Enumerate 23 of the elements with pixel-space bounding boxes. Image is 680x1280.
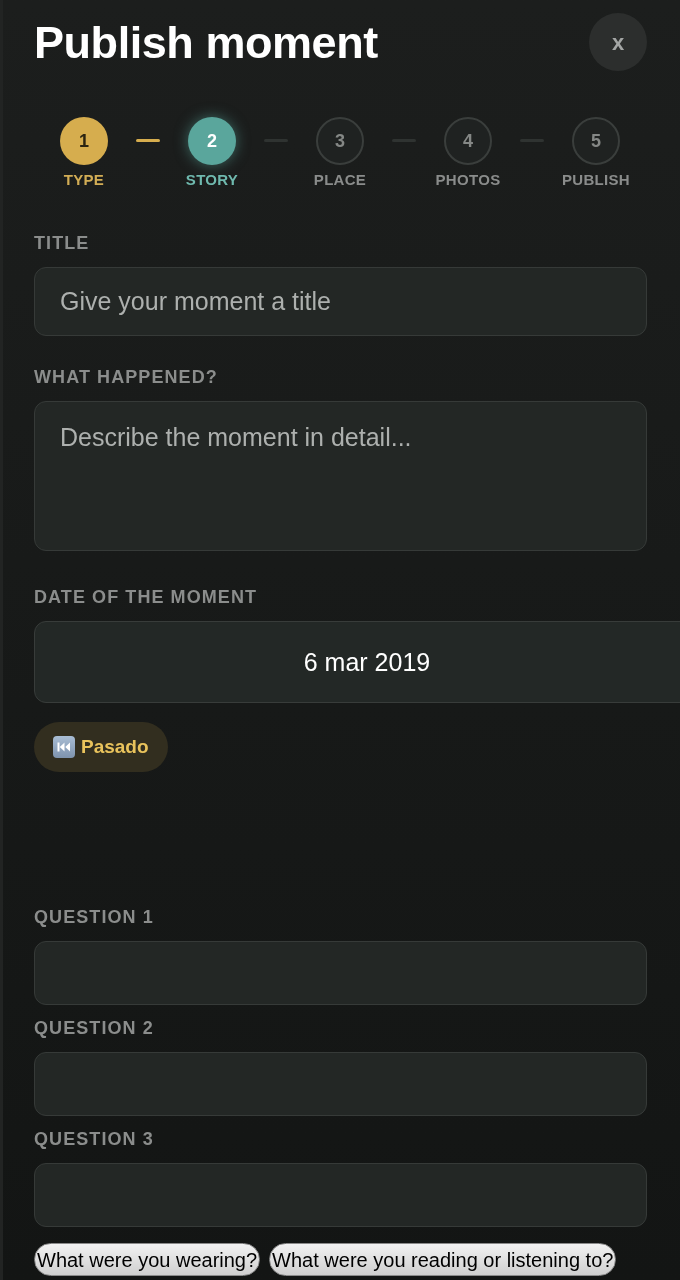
step-label: PUBLISH <box>562 170 630 190</box>
answer-input[interactable] <box>34 1052 647 1116</box>
field-label: DATE OF THE MOMENT <box>34 586 259 608</box>
answer-input[interactable] <box>34 941 647 1005</box>
step-label: PHOTOS <box>435 170 501 190</box>
suggestion-chip[interactable]: What were you reading or listening to? <box>269 1243 617 1276</box>
field-label: QUESTION 1 <box>34 906 155 928</box>
field-label: QUESTION 3 <box>34 1128 155 1150</box>
step-label: TYPE <box>63 170 105 190</box>
field-label: QUESTION 2 <box>34 1017 155 1039</box>
answer-input[interactable] <box>34 1163 647 1227</box>
skip-back-icon <box>53 736 75 758</box>
title-input[interactable]: Give your moment a title <box>34 267 647 336</box>
description-textarea[interactable]: Describe the moment in detail... <box>34 401 647 551</box>
suggestion-chip[interactable]: What were you wearing? <box>34 1243 261 1276</box>
field-label: WHAT HAPPENED? <box>34 366 219 388</box>
field-label: TITLE <box>34 232 91 254</box>
step-label: STORY <box>185 170 239 190</box>
close-button[interactable]: x <box>589 13 647 71</box>
time-tag-label: Pasado <box>81 734 149 759</box>
dialog-title: Publish moment <box>34 19 378 65</box>
date-field[interactable]: 6 mar 2019 <box>34 621 680 703</box>
step-label: PLACE <box>313 170 367 190</box>
